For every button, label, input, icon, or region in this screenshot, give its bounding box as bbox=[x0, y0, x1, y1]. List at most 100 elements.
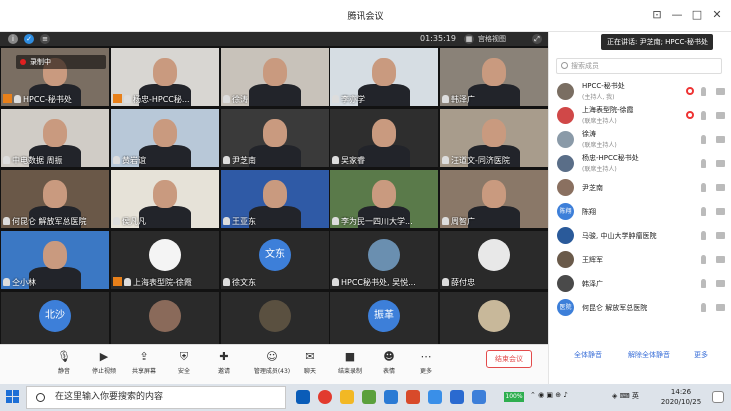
info-icon[interactable]: i bbox=[8, 34, 18, 44]
unmute-all-button[interactable]: 解除全体静音 bbox=[628, 348, 670, 362]
chrome-icon[interactable] bbox=[318, 390, 332, 404]
microphone-icon[interactable] bbox=[701, 231, 706, 240]
wps-icon[interactable] bbox=[406, 390, 420, 404]
microphone-icon[interactable] bbox=[701, 87, 706, 96]
windows-start-icon[interactable] bbox=[6, 390, 20, 404]
signal-icon[interactable]: ≡ bbox=[40, 34, 50, 44]
microphone-icon[interactable] bbox=[701, 159, 706, 168]
video-tile[interactable] bbox=[221, 292, 329, 350]
video-camera-icon[interactable] bbox=[716, 112, 725, 119]
video-camera-icon[interactable] bbox=[716, 208, 725, 215]
member-row[interactable]: 医院 何昆仑 解放军总医院 bbox=[552, 296, 727, 320]
shield-icon[interactable]: ✓ bbox=[24, 34, 34, 44]
end-meeting-button[interactable]: 结束会议 bbox=[486, 350, 532, 368]
minimize-button[interactable]: — bbox=[668, 6, 686, 24]
video-tile[interactable]: 北沙 bbox=[1, 292, 109, 350]
microphone-icon[interactable] bbox=[701, 111, 706, 120]
video-tile[interactable]: 王亚东 bbox=[221, 170, 329, 228]
member-row[interactable]: 陈翔 陈翔 bbox=[552, 200, 727, 224]
toolbar-chat-button[interactable]: ✉ 聊天 bbox=[294, 348, 326, 382]
taskbar-search-box[interactable]: 在这里输入你要搜索的内容 bbox=[26, 386, 286, 409]
toolbar-emoji-button[interactable]: ☻ 表情 bbox=[373, 348, 405, 382]
video-camera-icon[interactable] bbox=[716, 232, 725, 239]
view-mode-toggle[interactable]: 宫格视图 bbox=[478, 34, 506, 44]
video-tile[interactable]: 韩泽广 bbox=[440, 48, 548, 106]
video-camera-icon[interactable] bbox=[716, 88, 725, 95]
microphone-icon[interactable] bbox=[701, 303, 706, 312]
video-tile[interactable]: 杨忠-HPCC秘... bbox=[111, 48, 219, 106]
app-icon[interactable] bbox=[472, 390, 486, 404]
video-camera-icon[interactable] bbox=[716, 304, 725, 311]
video-tile[interactable]: 薛付忠 bbox=[440, 231, 548, 289]
member-avatar: 医院 bbox=[557, 299, 574, 316]
notification-icon[interactable] bbox=[712, 391, 724, 403]
battery-indicator[interactable]: 100% bbox=[504, 392, 524, 402]
toolbar-shield-button[interactable]: ⛨ 安全 bbox=[168, 348, 200, 382]
video-tile[interactable]: 汪道文-同济医院 bbox=[440, 109, 548, 167]
video-tile[interactable]: 侯凡凡 bbox=[111, 170, 219, 228]
member-row[interactable]: 上海表型院-徐霞 (联席主持人) bbox=[552, 104, 727, 128]
video-tile[interactable]: 文东 徐文东 bbox=[221, 231, 329, 289]
edge-icon[interactable] bbox=[296, 390, 310, 404]
member-search-input[interactable]: 搜索成员 bbox=[556, 58, 722, 74]
video-tile[interactable]: 周智广 bbox=[440, 170, 548, 228]
toolbar-invite-button[interactable]: ✚ 邀请 bbox=[208, 348, 240, 382]
microphone-icon[interactable] bbox=[701, 207, 706, 216]
video-tile[interactable]: 中电数据 周振 bbox=[1, 109, 109, 167]
microphone-icon[interactable] bbox=[701, 279, 706, 288]
maximize-button[interactable]: □ bbox=[688, 6, 706, 24]
video-tile[interactable] bbox=[440, 292, 548, 350]
mute-all-button[interactable]: 全体静音 bbox=[574, 348, 602, 362]
video-tile[interactable]: 振革 bbox=[330, 292, 438, 350]
wechat-icon[interactable] bbox=[362, 390, 376, 404]
close-button[interactable]: ✕ bbox=[708, 6, 726, 24]
mail-icon[interactable] bbox=[450, 390, 464, 404]
video-tile[interactable]: 仝小林 bbox=[1, 231, 109, 289]
grid-view-icon[interactable]: ▦ bbox=[464, 34, 474, 44]
video-camera-icon[interactable] bbox=[716, 184, 725, 191]
member-row[interactable]: 韩泽广 bbox=[552, 272, 727, 296]
more-members-button[interactable]: 更多 bbox=[694, 348, 708, 362]
member-row[interactable]: 杨忠-HPCC秘书处 (联席主持人) bbox=[552, 152, 727, 176]
video-camera-icon[interactable] bbox=[716, 136, 725, 143]
participant-body bbox=[139, 206, 191, 228]
pin-icon[interactable]: ⊡ bbox=[648, 6, 666, 24]
network-icon[interactable]: ◈ ⌨ 英 bbox=[612, 391, 639, 401]
recording-indicator[interactable]: 录制中 bbox=[16, 55, 106, 69]
tencent-meeting-icon[interactable] bbox=[428, 390, 442, 404]
participant-name: 杨忠-HPCC秘... bbox=[133, 95, 190, 104]
taskbar-clock[interactable]: 14:26 2020/10/25 bbox=[655, 387, 707, 407]
toolbar-microphone-button[interactable]: 🎙 静音 bbox=[48, 348, 80, 382]
toolbar-share-screen-button[interactable]: ⇪ 共享屏幕 bbox=[128, 348, 160, 382]
video-tile[interactable]: 徐涛 bbox=[221, 48, 329, 106]
video-camera-icon[interactable] bbox=[716, 160, 725, 167]
tray-icons[interactable]: ⌃ ◉ ▣ ⊕ ♪ bbox=[530, 391, 568, 399]
video-tile[interactable]: 李为民一四川大学... bbox=[330, 170, 438, 228]
video-tile[interactable] bbox=[111, 292, 219, 350]
video-tile[interactable]: 何昆仑 解放军总医院 bbox=[1, 170, 109, 228]
member-row[interactable]: 尹芝南 bbox=[552, 176, 727, 200]
participant-body bbox=[139, 145, 191, 167]
video-camera-icon[interactable] bbox=[716, 256, 725, 263]
member-row[interactable]: 马骏, 中山大学肿瘤医院 bbox=[552, 224, 727, 248]
member-row[interactable]: 王辉军 bbox=[552, 248, 727, 272]
toolbar-more-button[interactable]: ⋯ 更多 bbox=[410, 348, 442, 382]
microphone-icon[interactable] bbox=[701, 135, 706, 144]
fullscreen-icon[interactable]: ⤢ bbox=[532, 34, 542, 44]
word-icon[interactable] bbox=[384, 390, 398, 404]
video-camera-icon[interactable] bbox=[716, 280, 725, 287]
video-tile[interactable]: 上海表型院-徐霞 bbox=[111, 231, 219, 289]
member-row[interactable]: HPCC-秘书处 (主持人, 我) bbox=[552, 80, 727, 104]
toolbar-members-button[interactable]: ☺ 管理成员(43) bbox=[254, 348, 290, 382]
video-tile[interactable]: 李亦学 bbox=[330, 48, 438, 106]
video-tile[interactable]: 吴家睿 bbox=[330, 109, 438, 167]
toolbar-stop-record-button[interactable]: ■ 结束录制 bbox=[334, 348, 366, 382]
toolbar-video-camera-button[interactable]: ▶ 停止视频 bbox=[88, 348, 120, 382]
video-tile[interactable]: 黄岩谊 bbox=[111, 109, 219, 167]
video-tile[interactable]: HPCC秘书处, 吴悦... bbox=[330, 231, 438, 289]
folder-icon[interactable] bbox=[340, 390, 354, 404]
video-tile[interactable]: 尹芝南 bbox=[221, 109, 329, 167]
microphone-icon[interactable] bbox=[701, 183, 706, 192]
member-row[interactable]: 徐涛 (联席主持人) bbox=[552, 128, 727, 152]
microphone-icon[interactable] bbox=[701, 255, 706, 264]
